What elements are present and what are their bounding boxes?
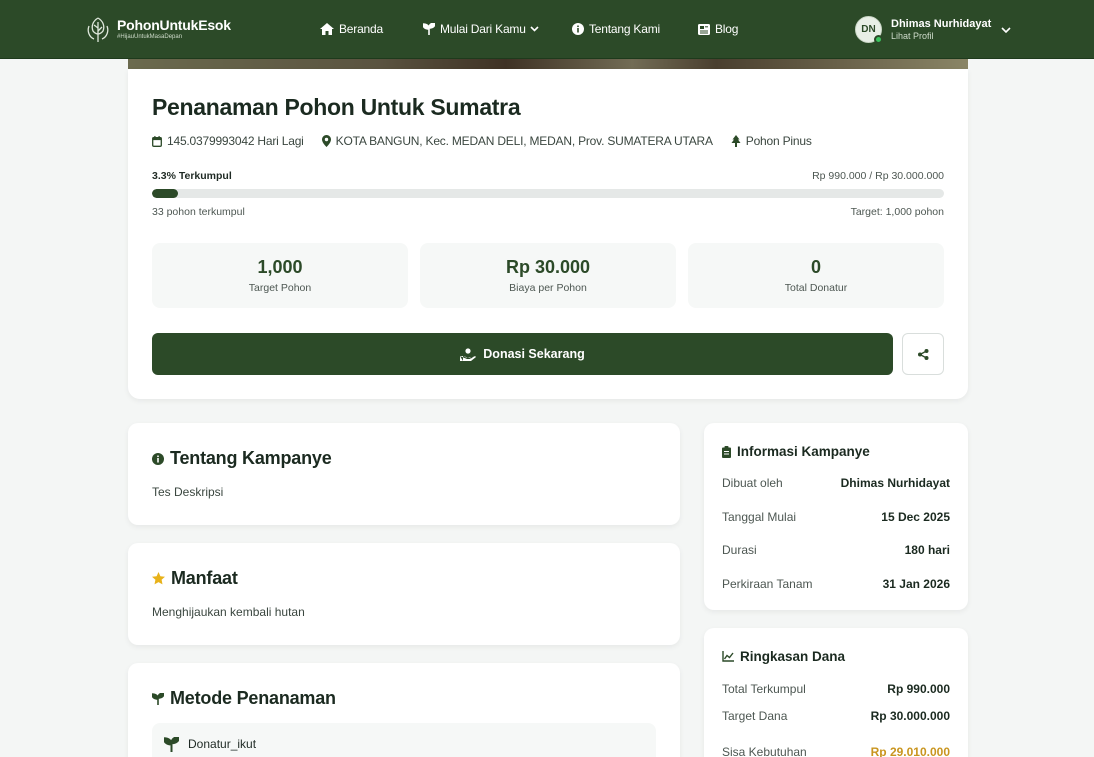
trees-collected: 33 pohon terkumpul xyxy=(152,206,245,218)
section-title: Tentang Kampanye xyxy=(152,448,332,469)
about-campaign-card: Tentang Kampanye Tes Deskripsi xyxy=(128,423,680,525)
benefits-description: Menghijaukan kembali hutan xyxy=(152,605,305,619)
nav-link-label: Blog xyxy=(715,22,739,36)
stat-cost-per-tree: Rp 30.000 Biaya per Pohon xyxy=(420,243,676,308)
stat-target-trees: 1,000 Target Pohon xyxy=(152,243,408,308)
newspaper-icon xyxy=(698,23,710,35)
sprout-icon xyxy=(423,23,435,35)
nav-link-beranda[interactable]: Beranda xyxy=(320,22,383,36)
progress-amount: Rp 990.000 / Rp 30.000.000 xyxy=(812,170,944,182)
progress-percent-label: 3.3% Terkumpul xyxy=(152,170,232,182)
funds-row-target: Target Dana Rp 30.000.000 xyxy=(722,709,950,723)
section-title: Informasi Kampanye xyxy=(722,444,870,459)
section-title: Manfaat xyxy=(152,568,238,589)
avatar: DN xyxy=(855,16,883,44)
info-row-planting-estimate: Perkiraan Tanam 31 Jan 2026 xyxy=(722,577,950,591)
share-icon xyxy=(917,348,928,360)
campaign-title: Penanaman Pohon Untuk Sumatra xyxy=(152,94,521,120)
tree-target: Target: 1,000 pohon xyxy=(850,206,944,218)
view-profile-link[interactable]: Lihat Profil xyxy=(891,31,991,42)
brand-tagline: #HijauUntukMasaDepan xyxy=(117,34,183,40)
funding-progress-fill xyxy=(152,189,179,198)
donate-now-button[interactable]: Donasi Sekarang xyxy=(152,333,893,375)
funds-summary-card: Ringkasan Dana Total Terkumpul Rp 990.00… xyxy=(704,628,968,757)
nav-link-label: Tentang Kami xyxy=(589,22,660,36)
calendar-icon xyxy=(152,135,162,147)
nav-link-label: Mulai Dari Kamu xyxy=(440,22,526,36)
chevron-down-icon xyxy=(530,26,539,32)
sprout-icon xyxy=(152,692,164,705)
days-left: 145.0379993042 Hari Lagi xyxy=(152,134,304,148)
clipboard-icon xyxy=(722,445,731,458)
info-row-created-by: Dibuat oleh Dhimas Nurhidayat xyxy=(722,476,950,490)
info-row-duration: Durasi 180 hari xyxy=(722,543,950,557)
nav-link-label: Beranda xyxy=(339,22,383,36)
nav-link-blog[interactable]: Blog xyxy=(698,22,738,36)
planting-method-item: Donatur_ikut xyxy=(152,723,656,757)
star-icon xyxy=(152,572,165,585)
location: KOTA BANGUN, Kec. MEDAN DELI, MEDAN, Pro… xyxy=(321,134,713,148)
info-icon xyxy=(152,452,164,465)
home-icon xyxy=(320,23,334,35)
nav-link-tentang-kami[interactable]: Tentang Kami xyxy=(572,22,660,36)
funding-progress-bar xyxy=(152,189,944,198)
hand-holding-heart-icon xyxy=(460,347,477,361)
stat-total-donors: 0 Total Donatur xyxy=(688,243,944,308)
campaign-meta: 145.0379993042 Hari Lagi KOTA BANGUN, Ke… xyxy=(152,134,830,148)
user-menu[interactable]: DN Dhimas Nurhidayat Lihat Profil xyxy=(855,16,1011,44)
brand[interactable]: PohonUntukEsok #HijauUntukMasaDepan xyxy=(86,14,231,44)
online-status-dot xyxy=(874,35,883,44)
about-description: Tes Deskripsi xyxy=(152,485,224,499)
share-button[interactable] xyxy=(902,333,944,375)
pine-tree-icon xyxy=(731,135,741,147)
sprout-icon xyxy=(164,737,179,752)
brand-name: PohonUntukEsok xyxy=(117,17,231,33)
benefits-card: Manfaat Menghijaukan kembali hutan xyxy=(128,543,680,645)
navbar: PohonUntukEsok #HijauUntukMasaDepan Bera… xyxy=(0,0,1094,59)
tree-type: Pohon Pinus xyxy=(731,134,812,148)
chevron-down-icon xyxy=(1001,26,1011,33)
nav-link-mulai-dari-kamu[interactable]: Mulai Dari Kamu xyxy=(423,22,539,36)
campaign-summary-card: Penanaman Pohon Untuk Sumatra 145.037999… xyxy=(128,69,968,399)
campaign-info-card: Informasi Kampanye Dibuat oleh Dhimas Nu… xyxy=(704,423,968,610)
section-title: Metode Penanaman xyxy=(152,688,336,709)
map-pin-icon xyxy=(321,135,331,147)
planting-method-card: Metode Penanaman Donatur_ikut xyxy=(128,663,680,757)
section-title: Ringkasan Dana xyxy=(722,649,845,664)
funds-row-total-collected: Total Terkumpul Rp 990.000 xyxy=(722,682,950,696)
campaign-hero-image xyxy=(128,59,968,69)
funds-row-remaining: Sisa Kebutuhan Rp 29.010.000 xyxy=(722,745,950,757)
user-name: Dhimas Nurhidayat xyxy=(891,17,992,30)
info-icon xyxy=(572,23,584,35)
tree-logo-icon xyxy=(87,17,109,42)
info-row-start-date: Tanggal Mulai 15 Dec 2025 xyxy=(722,510,950,524)
line-chart-icon xyxy=(722,651,734,662)
